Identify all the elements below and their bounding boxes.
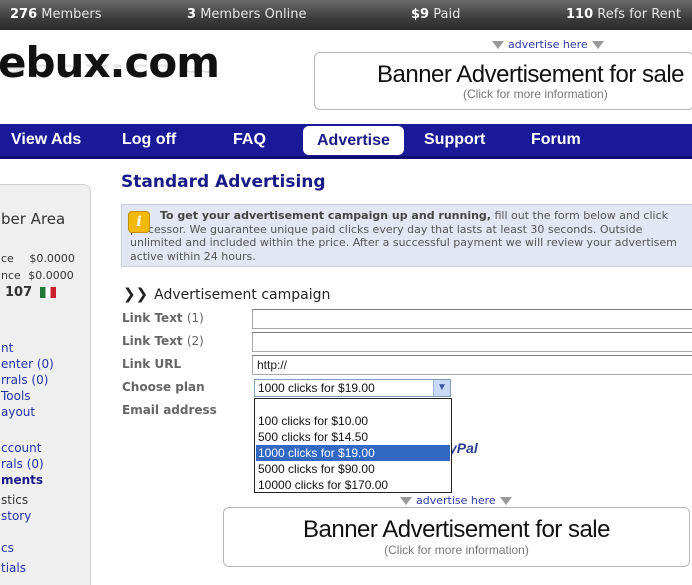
banner-subtitle: (Click for more information) bbox=[463, 87, 608, 101]
advertise-here-link-bottom[interactable]: advertise here bbox=[396, 494, 516, 507]
nav-support[interactable]: Support bbox=[424, 124, 485, 156]
label-num: (2) bbox=[186, 334, 204, 348]
logo-reflection: ebux.com bbox=[0, 60, 220, 78]
main-nav: View Ads Log off FAQ Advertise Support F… bbox=[0, 124, 692, 159]
info-line-3: unlimited and included within the price.… bbox=[130, 236, 677, 249]
plan-option[interactable]: 10000 clicks for $170.00 bbox=[256, 477, 450, 493]
advertise-here-label: advertise here bbox=[508, 38, 588, 51]
members-stat: 276 Members bbox=[10, 7, 102, 22]
page-title: Standard Advertising bbox=[121, 172, 326, 192]
sidebar-item[interactable]: rals (0) bbox=[1, 457, 44, 471]
link-text-1-input[interactable] bbox=[252, 309, 692, 329]
triangle-icon bbox=[492, 41, 504, 49]
banner-title: Banner Advertisement for sale bbox=[302, 516, 611, 543]
sidebar-balance-2: nce $0.0000 bbox=[1, 269, 74, 282]
choose-plan-label: Choose plan bbox=[122, 380, 205, 394]
members-label: Members bbox=[41, 7, 102, 22]
nav-log-off[interactable]: Log off bbox=[122, 124, 176, 156]
plan-dropdown-list: 100 clicks for $10.00 500 clicks for $14… bbox=[254, 398, 452, 493]
balance-value: $0.0000 bbox=[29, 252, 75, 265]
info-line-4: active within 24 hours. bbox=[130, 249, 256, 263]
triangle-icon bbox=[499, 497, 512, 505]
sidebar-item[interactable]: rrals (0) bbox=[1, 373, 48, 387]
sidebar-item-active[interactable]: ments bbox=[1, 473, 43, 487]
chevron-down-icon[interactable]: ▼ bbox=[433, 380, 450, 396]
plan-option-selected[interactable]: 1000 clicks for $19.00 bbox=[256, 445, 450, 461]
balance-label: nce bbox=[1, 269, 21, 282]
triangle-icon bbox=[400, 497, 412, 505]
label-text: Link Text bbox=[122, 311, 183, 325]
plan-option[interactable]: 500 clicks for $14.50 bbox=[256, 429, 450, 445]
link-url-input[interactable] bbox=[252, 355, 692, 375]
link-text-1-label: Link Text (1) bbox=[122, 311, 204, 325]
balance-label: ce bbox=[1, 252, 14, 265]
online-count: 3 bbox=[187, 7, 197, 22]
bottom-banner-ad[interactable]: Banner Advertisement for sale (Click for… bbox=[223, 507, 690, 567]
online-label: Members Online bbox=[200, 7, 307, 22]
member-sidebar: ber Area ce $0.0000 nce $0.0000 107 nt e… bbox=[0, 184, 91, 585]
advertise-here-link-top[interactable]: advertise here bbox=[488, 38, 608, 51]
label-num: (1) bbox=[186, 311, 204, 325]
sidebar-item[interactable]: tials bbox=[1, 561, 26, 575]
paid-label: Paid bbox=[433, 7, 461, 22]
info-line-2: processor. We guarantee unique paid clic… bbox=[130, 222, 643, 236]
online-stat: 3 Members Online bbox=[187, 7, 307, 22]
info-line-1: To get your advertisement campaign up an… bbox=[160, 209, 692, 223]
refs-stat: 110 Refs for Rent bbox=[566, 7, 681, 22]
link-text-2-input[interactable] bbox=[252, 332, 692, 352]
info-bold: To get your advertisement campaign up an… bbox=[160, 209, 491, 222]
sidebar-item[interactable]: stics bbox=[1, 493, 28, 507]
nav-advertise[interactable]: Advertise bbox=[303, 126, 404, 155]
triangle-icon bbox=[591, 41, 604, 49]
sidebar-item[interactable]: story bbox=[1, 509, 31, 523]
nav-view-ads[interactable]: View Ads bbox=[11, 124, 81, 156]
plan-option[interactable]: 100 clicks for $10.00 bbox=[256, 413, 450, 429]
plan-select-value: 1000 clicks for $19.00 bbox=[258, 381, 375, 395]
sidebar-balance-1: ce $0.0000 bbox=[1, 252, 75, 265]
sidebar-item[interactable]: ayout bbox=[1, 405, 35, 419]
double-chevron-icon: ❯❯ bbox=[123, 285, 149, 303]
sidebar-item[interactable]: nt bbox=[1, 341, 13, 355]
advertise-here-label: advertise here bbox=[416, 494, 496, 507]
sidebar-item[interactable]: enter (0) bbox=[1, 357, 54, 371]
member-id: 107 bbox=[5, 285, 33, 300]
paid-stat: $9 Paid bbox=[411, 7, 460, 22]
sidebar-item[interactable]: cs bbox=[1, 541, 14, 555]
sidebar-id: 107 bbox=[5, 285, 56, 300]
refs-label: Refs for Rent bbox=[597, 7, 682, 22]
sidebar-item[interactable]: Tools bbox=[1, 389, 31, 403]
label-text: Link Text bbox=[122, 334, 183, 348]
paypal-logo[interactable]: yPal bbox=[449, 440, 478, 456]
refs-count: 110 bbox=[566, 7, 594, 22]
link-text-2-label: Link Text (2) bbox=[122, 334, 204, 348]
section-heading: ❯❯ Advertisement campaign bbox=[123, 285, 330, 303]
paid-amount: $9 bbox=[411, 7, 430, 22]
email-address-label: Email address bbox=[122, 403, 217, 417]
banner-subtitle: (Click for more information) bbox=[384, 543, 529, 557]
nav-forum[interactable]: Forum bbox=[531, 124, 581, 156]
link-url-label: Link URL bbox=[122, 357, 182, 371]
top-banner-ad[interactable]: Banner Advertisement for sale (Click for… bbox=[314, 52, 692, 110]
banner-title: Banner Advertisement for sale bbox=[377, 61, 685, 88]
sidebar-item[interactable]: ccount bbox=[1, 441, 41, 455]
sidebar-title: ber Area bbox=[1, 210, 66, 228]
mexico-flag-icon bbox=[39, 287, 56, 298]
members-count: 276 bbox=[10, 7, 38, 22]
plan-select[interactable]: 1000 clicks for $19.00 ▼ bbox=[254, 379, 451, 397]
info-line-1-rest: fill out the form below and click bbox=[490, 209, 669, 222]
section-title: Advertisement campaign bbox=[154, 287, 331, 303]
nav-faq[interactable]: FAQ bbox=[233, 124, 266, 156]
info-box: i To get your advertisement campaign up … bbox=[121, 204, 692, 267]
stats-bar: 276 Members 3 Members Online $9 Paid 110… bbox=[0, 0, 692, 30]
info-icon: i bbox=[128, 211, 150, 233]
balance-value: $0.0000 bbox=[28, 269, 74, 282]
plan-option[interactable]: 5000 clicks for $90.00 bbox=[256, 461, 450, 477]
